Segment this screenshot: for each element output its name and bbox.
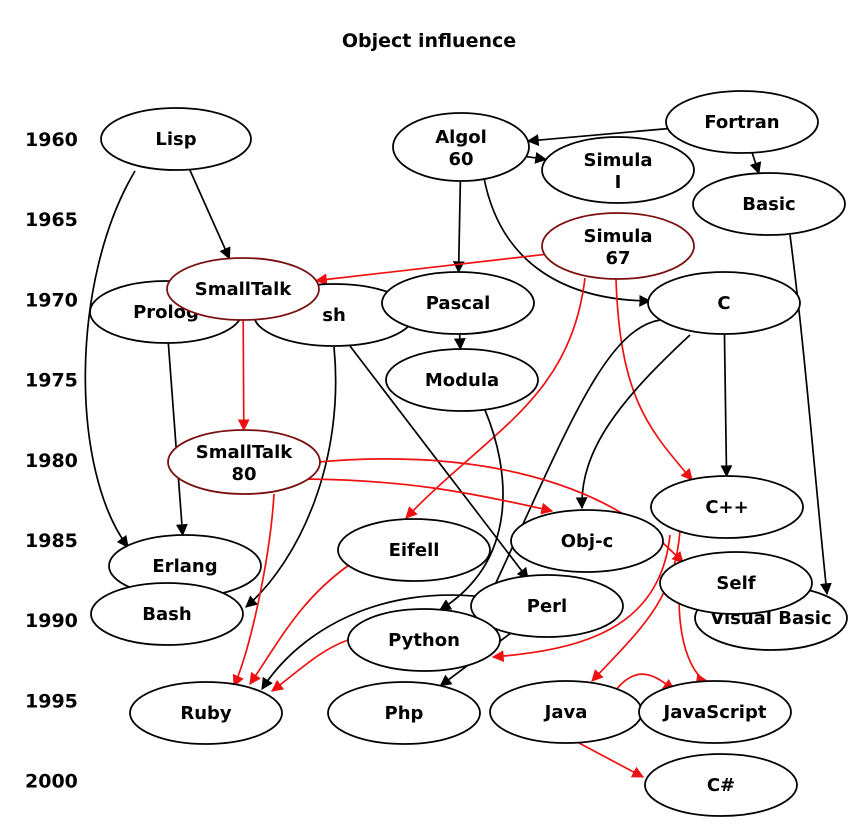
- edge-pascal-to-modula: [453, 333, 466, 351]
- node-algol[interactable]: Algol60: [392, 112, 530, 182]
- node-c[interactable]: C: [647, 271, 801, 335]
- node-label: Pascal: [426, 293, 491, 314]
- node-label: 60: [448, 149, 473, 170]
- year-label: 1965: [25, 209, 78, 231]
- node-label: Eifell: [389, 540, 440, 561]
- edge-java-to-csharp: [578, 742, 645, 778]
- node-label: Ruby: [180, 703, 232, 724]
- node-bash[interactable]: Bash: [90, 582, 244, 646]
- edge-prolog-to-erlang: [167, 342, 188, 537]
- node-label: 67: [605, 248, 630, 269]
- node-smalltalk[interactable]: SmallTalk: [166, 257, 320, 321]
- node-label: C#: [707, 775, 735, 796]
- node-label: Erlang: [152, 556, 217, 577]
- edge-basic-to-visualbasic: [789, 234, 832, 596]
- node-self[interactable]: Self: [659, 551, 813, 615]
- node-label: Lisp: [155, 129, 196, 150]
- node-simula67[interactable]: Simula67: [541, 212, 695, 280]
- year-label: 1990: [25, 610, 78, 632]
- year-label: 1960: [25, 129, 78, 151]
- node-csharp[interactable]: C#: [644, 753, 798, 817]
- node-simula1[interactable]: SimulaI: [541, 136, 695, 204]
- node-basic[interactable]: Basic: [692, 172, 846, 236]
- node-cpp[interactable]: C++: [650, 475, 804, 539]
- node-label: JavaScript: [662, 702, 767, 723]
- year-label: 2000: [25, 771, 78, 793]
- edge-lisp-to-smalltalk: [188, 169, 231, 260]
- node-label: Java: [543, 702, 588, 723]
- node-fortran[interactable]: Fortran: [665, 90, 819, 154]
- edge-lisp-to-erlang: [84, 170, 136, 548]
- edge-algol-to-pascal: [452, 180, 465, 274]
- node-label: Python: [388, 630, 460, 651]
- node-label: Basic: [742, 194, 795, 215]
- node-label: Self: [716, 573, 755, 594]
- node-javascript[interactable]: JavaScript: [638, 680, 792, 744]
- edge-eiffel-to-ruby: [249, 564, 350, 685]
- influence-graph: 196019651970197519801985199019952000 Pro…: [25, 90, 848, 817]
- node-objc[interactable]: Obj-c: [510, 509, 664, 573]
- edge-fortran-to-basic: [749, 152, 762, 175]
- node-label: C: [717, 293, 730, 314]
- node-php[interactable]: Php: [327, 681, 481, 745]
- node-label: Modula: [425, 370, 499, 391]
- edge-modula-to-python: [438, 409, 504, 611]
- node-label: SmallTalk: [196, 442, 293, 463]
- node-java[interactable]: Java: [489, 680, 643, 744]
- edge-smalltalk-to-smalltalk80: [237, 319, 250, 432]
- node-modula[interactable]: Modula: [385, 348, 539, 412]
- year-label: 1970: [25, 289, 78, 311]
- node-smalltalk80[interactable]: SmallTalk80: [167, 429, 321, 495]
- edge-python-to-ruby: [271, 639, 349, 692]
- node-label: Fortran: [704, 112, 779, 133]
- node-pascal[interactable]: Pascal: [381, 271, 535, 335]
- edge-c-to-cpp: [720, 333, 733, 478]
- year-label: 1980: [25, 450, 78, 472]
- node-label: sh: [322, 305, 346, 326]
- year-axis: 1960 1965 1970 1975 1980 1985 1990 1995 2000: [25, 129, 78, 793]
- node-python[interactable]: Python: [347, 608, 501, 672]
- node-label: Bash: [142, 604, 191, 625]
- edge-c-to-objc: [575, 334, 691, 510]
- node-label: C++: [705, 497, 748, 518]
- node-label: I: [615, 172, 622, 193]
- node-lisp[interactable]: Lisp: [100, 107, 252, 171]
- node-label: Simula: [583, 150, 652, 171]
- node-label: Php: [385, 703, 424, 724]
- node-label: SmallTalk: [195, 279, 292, 300]
- node-ruby[interactable]: Ruby: [129, 681, 283, 745]
- node-eiffel[interactable]: Eifell: [337, 518, 491, 582]
- node-label: Perl: [527, 596, 567, 617]
- year-label: 1985: [25, 530, 78, 552]
- node-label: Simula: [583, 226, 652, 247]
- edge-algol-to-simula1: [526, 152, 548, 164]
- node-label: Obj-c: [561, 531, 614, 552]
- node-label: Algol: [435, 127, 487, 148]
- year-label: 1975: [25, 370, 78, 392]
- year-label: 1995: [25, 690, 78, 712]
- node-label: 80: [231, 464, 256, 485]
